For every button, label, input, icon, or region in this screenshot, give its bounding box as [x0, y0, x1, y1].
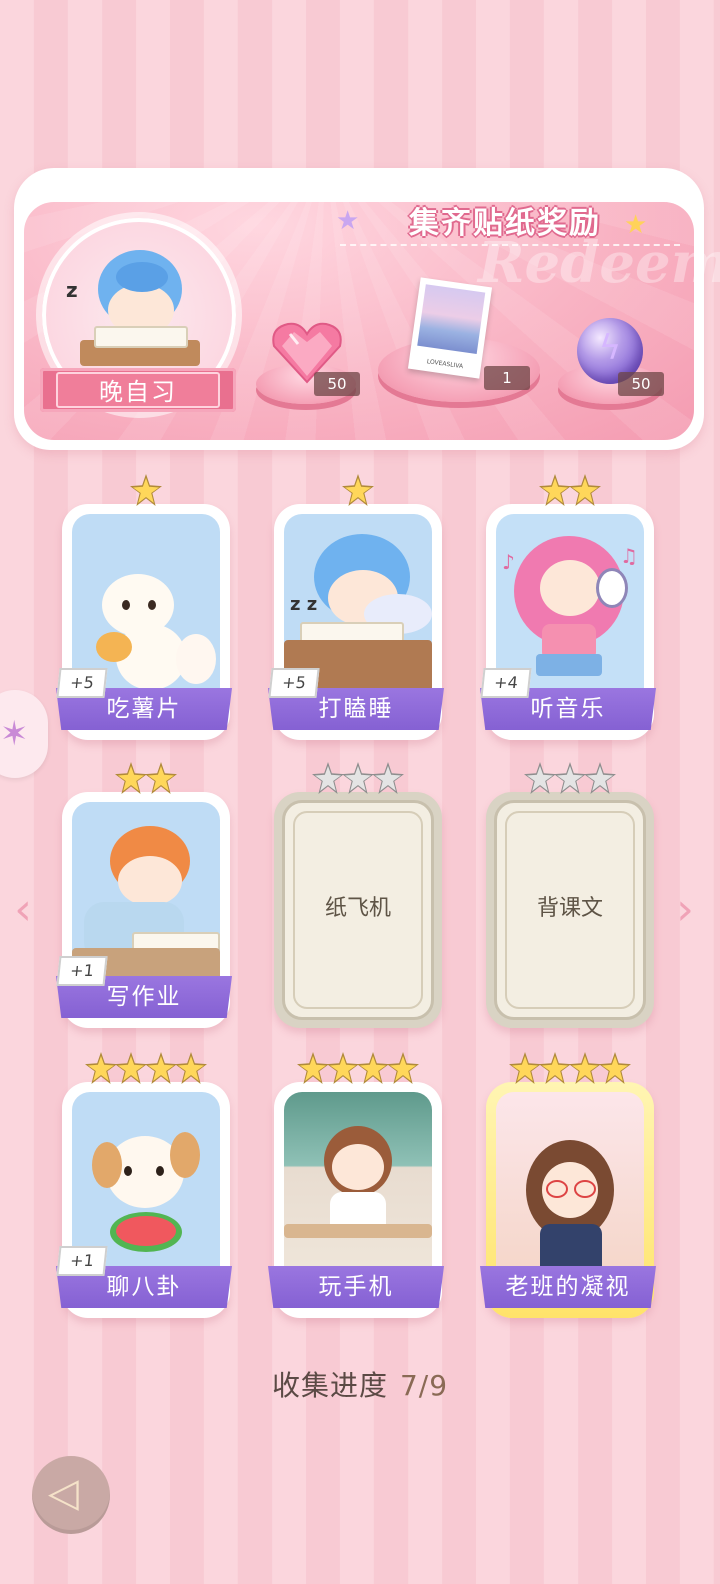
sticker-card[interactable]: +5 吃薯片 [56, 504, 232, 740]
star-rating [274, 1052, 442, 1086]
points-badge: +4 [480, 668, 532, 698]
star-rating [62, 474, 230, 508]
star-icon [175, 1052, 207, 1084]
star-icon [327, 1052, 359, 1084]
star-icon [342, 474, 374, 506]
locked-sticker-card[interactable]: 纸飞机 [274, 792, 442, 1028]
back-button[interactable]: ◁ [32, 1456, 110, 1534]
star-icon [569, 474, 601, 506]
star-icon [387, 1052, 419, 1084]
postcard-count: 1 [484, 366, 530, 390]
level-tag: 晚自习 [40, 368, 236, 412]
star-icon [145, 762, 177, 794]
postcard-caption: LOVEASLIVA [426, 358, 464, 371]
star-icon [115, 1052, 147, 1084]
points-badge: +1 [56, 956, 108, 986]
sticker-card[interactable]: ♪ ♫ +4 听音乐 [480, 504, 656, 740]
orb-count: 50 [618, 372, 664, 396]
purple-star-icon: ★ [336, 206, 360, 236]
grey-star-icon [524, 762, 556, 794]
side-menu-tab[interactable]: ✶ [0, 690, 48, 778]
grey-star-icon [372, 762, 404, 794]
star-icon [539, 474, 571, 506]
heart-gem-count: 50 [314, 372, 360, 396]
star-icon [297, 1052, 329, 1084]
star-rating [62, 1052, 230, 1086]
next-page-arrow[interactable]: › [670, 882, 700, 938]
star-icon [145, 1052, 177, 1084]
locked-sticker-card[interactable]: 背课文 [486, 792, 654, 1028]
star-icon [357, 1052, 389, 1084]
star-rating [274, 762, 442, 796]
back-arrow-icon: ◁ [48, 1470, 79, 1516]
star-icon [130, 474, 162, 506]
star-rating [486, 762, 654, 796]
locked-sticker-name: 背课文 [536, 896, 603, 921]
points-badge: +5 [56, 668, 108, 698]
star-icon [569, 1052, 601, 1084]
locked-sticker-name: 纸飞机 [324, 896, 391, 921]
title-divider [340, 244, 680, 268]
collection-progress: 收集进度 7/9 [0, 1364, 720, 1404]
star-icon [509, 1052, 541, 1084]
level-tag-label: 晚自习 [56, 372, 220, 408]
star-icon [115, 762, 147, 794]
star-rating [274, 474, 442, 508]
sticker-name: 老班的凝视 [480, 1266, 656, 1308]
previous-page-arrow[interactable]: ‹ [8, 882, 38, 938]
sticker-card[interactable]: 玩手机 [268, 1082, 444, 1318]
star-rating [486, 474, 654, 508]
sticker-art-teacher [496, 1092, 644, 1276]
sticker-card[interactable]: z z +5 打瞌睡 [268, 504, 444, 740]
fan-icon: ✶ [0, 714, 29, 754]
star-rating [62, 762, 230, 796]
points-badge: +1 [56, 1246, 108, 1276]
sticker-art-phone-girl [284, 1092, 432, 1276]
grey-star-icon [584, 762, 616, 794]
star-icon [539, 1052, 571, 1084]
progress-value: 7/9 [399, 1369, 449, 1402]
star-rating [486, 1052, 654, 1086]
points-badge: +5 [268, 668, 320, 698]
star-icon [599, 1052, 631, 1084]
sticker-card[interactable]: +1 写作业 [56, 792, 232, 1028]
sticker-name: 玩手机 [268, 1266, 444, 1308]
sticker-card[interactable]: +1 聊八卦 [56, 1082, 232, 1318]
sticker-card-gold[interactable]: 老班的凝视 [480, 1082, 656, 1318]
grey-star-icon [312, 762, 344, 794]
postcard-icon[interactable]: LOVEASLIVA [407, 277, 493, 379]
grey-star-icon [342, 762, 374, 794]
star-icon [85, 1052, 117, 1084]
grey-star-icon [554, 762, 586, 794]
progress-label: 收集进度 [271, 1369, 388, 1402]
